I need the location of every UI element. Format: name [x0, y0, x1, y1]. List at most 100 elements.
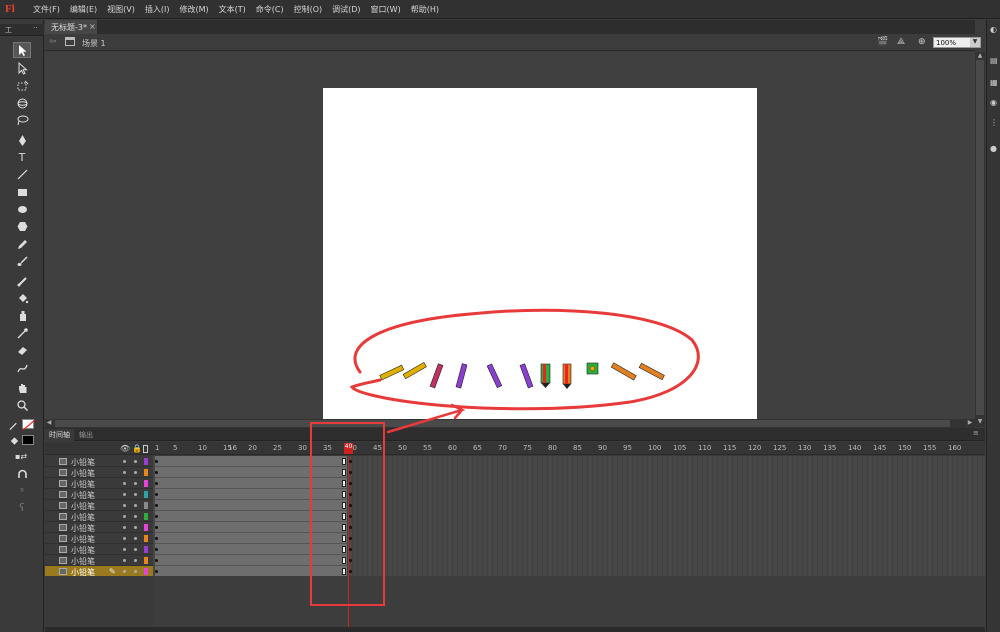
zoom-tool-icon[interactable]	[13, 397, 31, 413]
layer-outline-color[interactable]	[144, 502, 148, 509]
width-tool-icon[interactable]	[13, 360, 31, 376]
back-arrow-icon[interactable]: ⇦	[49, 37, 57, 47]
lock-dot[interactable]	[134, 570, 137, 573]
visibility-dot[interactable]	[123, 537, 126, 540]
menu-item-0[interactable]: 文件(F)	[28, 4, 65, 15]
pencil-symbol-9[interactable]	[586, 362, 599, 375]
horizontal-scrollbar[interactable]: ◀ ▶	[45, 419, 975, 428]
pencil-symbol-8[interactable]	[562, 363, 572, 389]
visibility-dot[interactable]	[123, 570, 126, 573]
line-tool-icon[interactable]	[13, 166, 31, 182]
keyframe-start[interactable]	[155, 460, 158, 463]
layer-row[interactable]: 小铅笔	[45, 522, 153, 533]
layer-row[interactable]: 小铅笔	[45, 478, 153, 489]
keyframe-end[interactable]	[349, 548, 352, 551]
chevron-down-icon[interactable]: ▼	[970, 38, 980, 47]
keyframe-end[interactable]	[349, 537, 352, 540]
3d-rotation-tool-icon[interactable]	[13, 95, 31, 111]
outline-all-icon[interactable]	[143, 445, 148, 453]
menu-item-5[interactable]: 文本(T)	[214, 4, 251, 15]
visibility-dot[interactable]	[123, 460, 126, 463]
lock-dot[interactable]	[134, 537, 137, 540]
menu-item-9[interactable]: 窗口(W)	[366, 4, 406, 15]
document-tab[interactable]: 无标题-3* ×	[45, 20, 97, 34]
pencil-symbol-11[interactable]	[638, 362, 665, 381]
layer-outline-color[interactable]	[144, 469, 148, 476]
pencil-symbol-5[interactable]	[486, 363, 503, 389]
snap-to-objects-icon[interactable]	[13, 466, 31, 482]
pencil-symbol-6[interactable]	[519, 363, 534, 389]
layer-outline-color[interactable]	[144, 535, 148, 542]
eyedropper-tool-icon[interactable]	[13, 325, 31, 341]
lock-dot[interactable]	[134, 460, 137, 463]
library-panel-icon[interactable]: ▤	[990, 56, 999, 65]
keyframe-start[interactable]	[155, 504, 158, 507]
bone-tool-icon[interactable]	[13, 273, 31, 289]
lock-dot[interactable]	[134, 493, 137, 496]
oval-tool-icon[interactable]	[13, 201, 31, 217]
keyframe-end[interactable]	[349, 559, 352, 562]
lasso-tool-icon[interactable]	[13, 112, 31, 128]
pencil-symbol-3[interactable]	[429, 363, 444, 389]
subselection-tool-icon[interactable]	[13, 60, 31, 76]
scene-label[interactable]: 场景 1	[82, 38, 106, 49]
pencil-symbol-10[interactable]	[610, 362, 637, 381]
tab-timeline[interactable]: 时间轴	[45, 429, 74, 441]
stroke-color-icon[interactable]	[8, 417, 20, 433]
layer-outline-color[interactable]	[144, 513, 148, 520]
layer-outline-color[interactable]	[144, 546, 148, 553]
keyframe-start[interactable]	[155, 493, 158, 496]
transform-panel-icon[interactable]: ●	[990, 144, 999, 153]
pencil-symbol-2[interactable]	[402, 361, 427, 380]
layer-outline-color[interactable]	[144, 458, 148, 465]
scroll-up-icon[interactable]: ▲	[976, 52, 984, 60]
pencil-symbol-7[interactable]	[540, 363, 551, 388]
edit-scene-icon[interactable]: 🎬	[877, 37, 889, 47]
keyframe-end[interactable]	[349, 482, 352, 485]
lock-dot[interactable]	[134, 548, 137, 551]
keyframe-end[interactable]	[349, 515, 352, 518]
keyframe-start[interactable]	[155, 471, 158, 474]
polystar-tool-icon[interactable]	[13, 218, 31, 234]
layer-row[interactable]: 小铅笔	[45, 456, 153, 467]
frame-grid[interactable]	[153, 456, 985, 632]
keyframe-start[interactable]	[155, 570, 158, 573]
scroll-left-icon[interactable]: ◀	[45, 419, 53, 428]
align-panel-icon[interactable]: ⋮	[990, 118, 999, 127]
text-tool-icon[interactable]: T	[13, 149, 31, 165]
scroll-right-icon[interactable]: ▶	[966, 419, 974, 428]
menu-item-6[interactable]: 命令(C)	[251, 4, 289, 15]
tools-panel-collapse-icon[interactable]: ··	[33, 24, 37, 32]
visibility-dot[interactable]	[123, 504, 126, 507]
visibility-dot[interactable]	[123, 526, 126, 529]
layer-outline-color[interactable]	[144, 557, 148, 564]
pencil-tool-icon[interactable]	[13, 236, 31, 252]
rectangle-tool-icon[interactable]	[13, 184, 31, 200]
layer-outline-color[interactable]	[144, 524, 148, 531]
keyframe-end[interactable]	[349, 493, 352, 496]
keyframe-end[interactable]	[349, 460, 352, 463]
lock-dot[interactable]	[134, 526, 137, 529]
layer-row[interactable]: 小铅笔	[45, 544, 153, 555]
layer-row[interactable]: 小铅笔	[45, 533, 153, 544]
layer-row[interactable]: 小铅笔	[45, 511, 153, 522]
horizontal-scroll-thumb[interactable]	[55, 420, 950, 427]
close-icon[interactable]: ×	[89, 22, 96, 31]
menu-item-3[interactable]: 插入(I)	[140, 4, 175, 15]
visibility-dot[interactable]	[123, 471, 126, 474]
keyframe-start[interactable]	[155, 515, 158, 518]
layer-outline-color[interactable]	[144, 491, 148, 498]
menu-item-4[interactable]: 修改(M)	[174, 4, 213, 15]
center-stage-icon[interactable]: ⊕	[918, 37, 930, 47]
vertical-scrollbar[interactable]: ▲ ▼	[975, 52, 985, 427]
lock-all-icon[interactable]: 🔒	[132, 444, 142, 453]
tab-output[interactable]: 输出	[75, 429, 97, 441]
visibility-dot[interactable]	[123, 515, 126, 518]
paint-bucket-tool-icon[interactable]	[13, 290, 31, 306]
lock-dot[interactable]	[134, 515, 137, 518]
menu-item-8[interactable]: 调试(D)	[327, 4, 365, 15]
filled-frame-span[interactable]	[155, 456, 347, 576]
layer-row[interactable]: 小铅笔	[45, 489, 153, 500]
layer-outline-color[interactable]	[144, 480, 148, 487]
scroll-down-icon[interactable]: ▼	[976, 418, 984, 426]
